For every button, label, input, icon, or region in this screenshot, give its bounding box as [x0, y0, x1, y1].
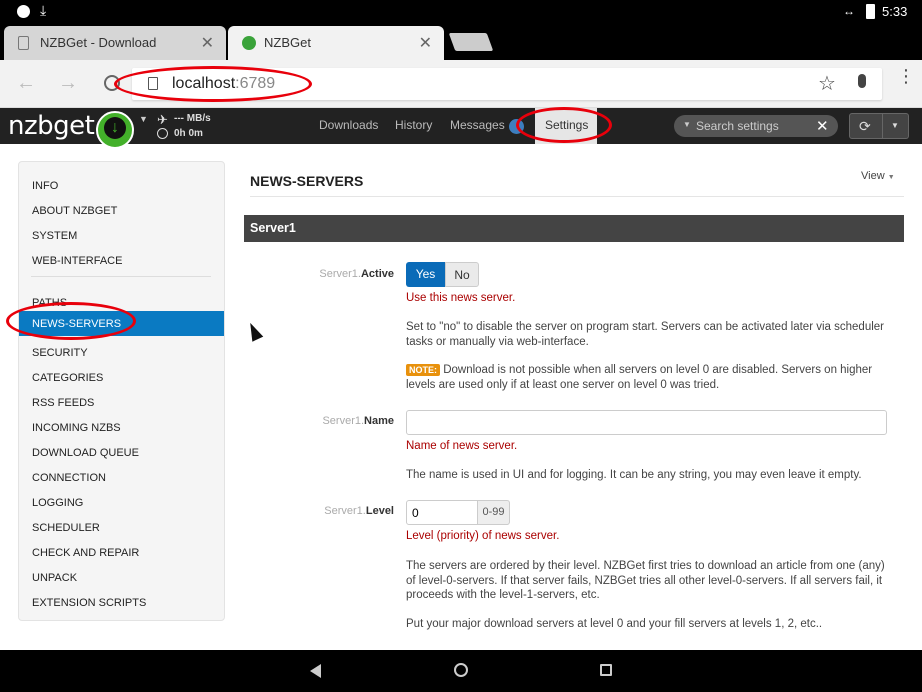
- sidebar-item-scheduler[interactable]: SCHEDULER: [19, 515, 224, 540]
- browser-tab-nzbget[interactable]: NZBGet ✕: [228, 26, 444, 60]
- sidebar-item-download-queue[interactable]: DOWNLOAD QUEUE: [19, 440, 224, 465]
- nzbget-favicon-icon: [242, 36, 256, 50]
- sidebar-item-connection[interactable]: CONNECTION: [19, 465, 224, 490]
- view-label: View: [861, 170, 885, 182]
- close-icon[interactable]: ✕: [419, 33, 432, 53]
- server-name-input[interactable]: [406, 410, 887, 435]
- browser-toolbar: ← → localhost:6789 ☆ ⋮: [0, 60, 922, 108]
- sidebar-item-web-interface[interactable]: WEB-INTERFACE: [19, 248, 224, 273]
- search-settings-box[interactable]: ▼ Search settings ✕: [674, 115, 838, 137]
- time-left-value: 0h 0m: [174, 128, 203, 139]
- level-label: Server1.Level: [324, 505, 394, 517]
- forward-arrow-icon[interactable]: →: [58, 72, 78, 95]
- new-tab-button[interactable]: [448, 33, 494, 51]
- search-caret-icon: ▼: [683, 120, 691, 129]
- search-input[interactable]: Search settings: [696, 119, 779, 133]
- messages-badge-dot: [509, 119, 524, 134]
- sidebar-item-categories[interactable]: CATEGORIES: [19, 365, 224, 390]
- chevron-down-icon: ▼: [887, 174, 895, 181]
- refresh-icon: ⟳: [859, 118, 871, 134]
- android-navigation-bar: [0, 650, 922, 692]
- download-arrow-icon: ↓: [104, 117, 126, 139]
- active-help: Use this news server.: [406, 292, 516, 304]
- name-description: The name is used in UI and for logging. …: [406, 469, 862, 481]
- sidebar-item-unpack[interactable]: UNPACK: [19, 565, 224, 590]
- clear-search-icon[interactable]: ✕: [816, 117, 829, 135]
- section-header: Server1: [244, 215, 904, 242]
- sidebar-item-incoming-nzbs[interactable]: INCOMING NZBS: [19, 415, 224, 440]
- title-divider: [250, 196, 904, 197]
- section-title: Server1: [250, 221, 296, 235]
- url-text: localhost:6789: [172, 75, 276, 92]
- download-notification-icon: ⤓: [40, 2, 47, 18]
- home-circle-icon[interactable]: [454, 663, 468, 677]
- file-icon: [18, 36, 29, 50]
- sidebar-item-security[interactable]: SECURITY: [19, 340, 224, 365]
- browser-tab-strip: NZBGet - Download ✕ NZBGet ✕: [0, 24, 922, 60]
- chevron-down-icon: ▼: [891, 121, 899, 130]
- tab-title: NZBGet - Download: [40, 35, 157, 50]
- page-icon: [148, 77, 158, 90]
- sidebar-item-rss-feeds[interactable]: RSS FEEDS: [19, 390, 224, 415]
- sidebar-item-news-servers[interactable]: NEWS-SERVERS: [19, 311, 224, 336]
- level-description: The servers are ordered by their level. …: [406, 560, 885, 601]
- active-label: Server1.Active: [319, 268, 394, 280]
- nzbget-logo: nzbget: [8, 111, 95, 141]
- active-no-button[interactable]: No: [445, 262, 479, 287]
- nav-messages[interactable]: Messages: [450, 118, 505, 132]
- close-icon[interactable]: ✕: [201, 33, 214, 53]
- refresh-menu-button[interactable]: ▼: [883, 113, 909, 139]
- sidebar-item-logging[interactable]: LOGGING: [19, 490, 224, 515]
- clock-icon: [157, 128, 168, 139]
- sidebar-item-check-and-repair[interactable]: CHECK AND REPAIR: [19, 540, 224, 565]
- battery-charging-icon: [866, 4, 875, 19]
- active-description: Set to "no" to disable the server on pro…: [406, 321, 884, 348]
- microphone-icon[interactable]: [858, 74, 866, 88]
- speed-icon: ✈: [157, 112, 168, 127]
- nav-downloads[interactable]: Downloads: [319, 118, 378, 132]
- notification-dot-icon: [17, 5, 30, 18]
- settings-content: NEWS-SERVERS View ▼ Server1 Server1.Acti…: [244, 160, 904, 650]
- bookmark-star-icon[interactable]: ☆: [818, 71, 836, 96]
- name-label: Server1.Name: [322, 415, 394, 427]
- settings-sidebar: INFO ABOUT NZBGET SYSTEM WEB-INTERFACE P…: [18, 161, 225, 621]
- speed-value: --- MB/s: [174, 113, 211, 124]
- more-menu-icon[interactable]: ⋮: [897, 67, 915, 85]
- url-bar[interactable]: localhost:6789 ☆: [132, 68, 882, 100]
- level-help: Level (priority) of news server.: [406, 530, 560, 542]
- nav-history[interactable]: History: [395, 118, 432, 132]
- sidebar-item-system[interactable]: SYSTEM: [19, 223, 224, 248]
- sidebar-item-about[interactable]: ABOUT NZBGET: [19, 198, 224, 223]
- note-text: Download is not possible when all server…: [406, 364, 873, 391]
- sidebar-item-info[interactable]: INFO: [19, 173, 224, 198]
- tab-title: NZBGet: [264, 35, 311, 50]
- browser-tab-nzbget-download[interactable]: NZBGet - Download ✕: [4, 26, 226, 60]
- download-menu-caret-icon[interactable]: ▼: [139, 114, 148, 124]
- level-range-addon: 0-99: [478, 500, 510, 525]
- active-yes-button[interactable]: Yes: [406, 262, 445, 287]
- level-description-2: Put your major download servers at level…: [406, 618, 823, 630]
- name-help: Name of news server.: [406, 440, 518, 452]
- nav-settings[interactable]: Settings: [535, 108, 597, 144]
- active-note: NOTE: Download is not possible when all …: [406, 363, 896, 392]
- nzbget-navbar: nzbget ↓ ▼ ✈ --- MB/s 0h 0m Downloads Hi…: [0, 108, 922, 149]
- page-title: NEWS-SERVERS: [250, 173, 364, 189]
- back-arrow-icon[interactable]: ←: [16, 72, 36, 95]
- wifi-icon: ↔: [843, 4, 855, 18]
- reload-icon[interactable]: [104, 75, 120, 91]
- sidebar-item-extension-scripts[interactable]: EXTENSION SCRIPTS: [19, 590, 224, 615]
- view-menu[interactable]: View ▼: [861, 170, 895, 182]
- nav-settings-label: Settings: [545, 118, 589, 132]
- android-status-bar: ⤓ ↔ 5:33: [0, 0, 922, 24]
- note-badge: NOTE:: [406, 364, 440, 376]
- recents-square-icon[interactable]: [600, 664, 612, 676]
- download-button[interactable]: ↓: [96, 111, 134, 149]
- server-level-input[interactable]: [406, 500, 478, 525]
- back-triangle-icon[interactable]: [310, 664, 321, 678]
- sidebar-divider: [31, 276, 211, 277]
- clock: 5:33: [882, 4, 908, 19]
- refresh-button[interactable]: ⟳: [849, 113, 883, 139]
